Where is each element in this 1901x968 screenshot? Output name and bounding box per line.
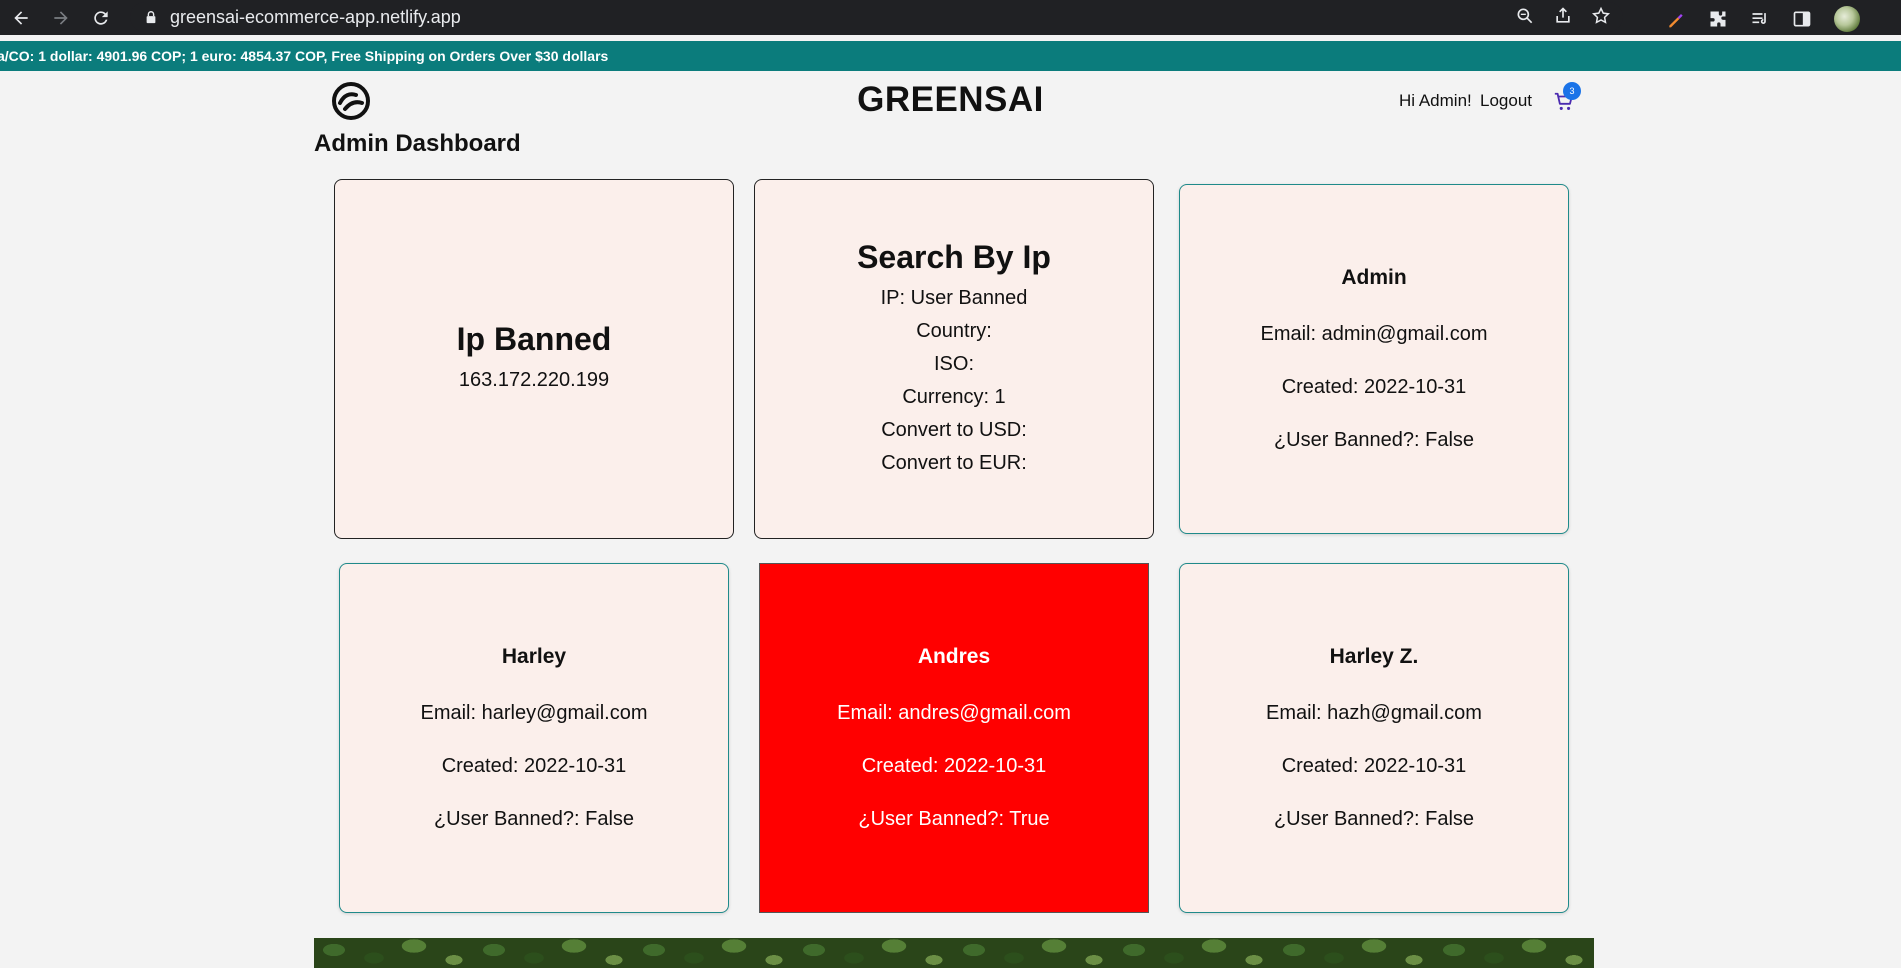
zoom-icon[interactable] <box>1515 6 1535 26</box>
logout-link[interactable]: Logout <box>1480 91 1532 111</box>
user-card[interactable]: Harley Z. Email: hazh@gmail.com Created:… <box>1179 563 1569 913</box>
page-title: Admin Dashboard <box>314 130 521 157</box>
user-name: Andres <box>917 645 991 668</box>
ip-banned-title: Ip Banned <box>456 321 612 357</box>
user-created: Created: 2022-10-31 <box>1281 755 1467 777</box>
reload-icon[interactable] <box>84 1 118 35</box>
announcement-text: nbia/CO: 1 dollar: 4901.96 COP; 1 euro: … <box>0 48 609 64</box>
url-text: greensai-ecommerce-app.netlify.app <box>170 6 461 27</box>
user-created: Created: 2022-10-31 <box>861 755 1047 777</box>
banned-ip-value: 163.172.220.199 <box>458 369 610 391</box>
search-result-country: Country: <box>916 319 992 342</box>
profile-avatar[interactable] <box>1834 6 1860 32</box>
user-banned-status: ¿User Banned?: False <box>1273 808 1475 830</box>
back-icon[interactable] <box>4 1 38 35</box>
search-result-usd: Convert to USD: <box>881 418 1027 441</box>
address-bar[interactable]: greensai-ecommerce-app.netlify.app <box>130 2 1623 32</box>
user-card[interactable]: Harley Email: harley@gmail.com Created: … <box>339 563 729 913</box>
user-email: Email: andres@gmail.com <box>837 702 1071 724</box>
user-banned-status: ¿User Banned?: False <box>433 808 635 830</box>
user-email: Email: harley@gmail.com <box>420 702 648 724</box>
user-name: Harley Z. <box>1329 645 1419 668</box>
user-name: Admin <box>1341 266 1407 289</box>
user-email: Email: admin@gmail.com <box>1260 323 1488 345</box>
lock-icon <box>146 11 156 24</box>
share-icon[interactable] <box>1553 6 1573 26</box>
greeting-text: Hi Admin! <box>1399 91 1472 110</box>
extensions-puzzle-icon[interactable] <box>1708 9 1728 29</box>
search-result-iso: ISO: <box>933 352 974 375</box>
brand-title: GREENSAI <box>0 80 1901 120</box>
announcement-bar: nbia/CO: 1 dollar: 4901.96 COP; 1 euro: … <box>0 41 1901 71</box>
search-by-ip-card: Search By Ip IP: User Banned Country: IS… <box>754 179 1154 539</box>
brand-name[interactable]: GREENSAI <box>857 80 1044 120</box>
search-result-eur: Convert to EUR: <box>881 451 1027 474</box>
side-panel-icon[interactable] <box>1792 9 1812 29</box>
search-by-ip-title: Search By Ip <box>857 238 1051 275</box>
user-created: Created: 2022-10-31 <box>1281 376 1467 398</box>
user-name: Harley <box>501 645 567 668</box>
user-created: Created: 2022-10-31 <box>441 755 627 777</box>
search-result-currency: Currency: 1 <box>902 385 1006 408</box>
user-email: Email: hazh@gmail.com <box>1266 702 1482 724</box>
media-queue-icon[interactable] <box>1750 9 1770 29</box>
bookmark-star-icon[interactable] <box>1591 6 1611 26</box>
browser-toolbar: greensai-ecommerce-app.netlify.app <box>0 0 1901 35</box>
forward-icon[interactable] <box>44 1 78 35</box>
hero-banner-image <box>314 938 1594 968</box>
user-banned-status: ¿User Banned?: False <box>1273 429 1475 451</box>
user-banned-status: ¿User Banned?: True <box>858 808 1050 830</box>
banned-user-card[interactable]: Andres Email: andres@gmail.com Created: … <box>759 563 1149 913</box>
color-picker-extension-icon[interactable] <box>1666 9 1686 29</box>
ip-banned-card: Ip Banned 163.172.220.199 <box>334 179 734 539</box>
cart-count-badge: 3 <box>1563 82 1581 100</box>
user-card[interactable]: Admin Email: admin@gmail.com Created: 20… <box>1179 184 1569 534</box>
search-result-ip: IP: User Banned <box>880 286 1028 309</box>
